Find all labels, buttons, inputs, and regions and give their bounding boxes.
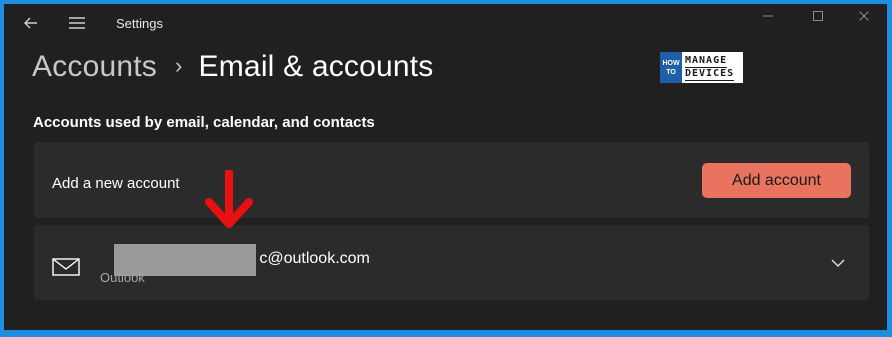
back-arrow-icon[interactable] bbox=[20, 12, 42, 34]
annotation-arrow-icon bbox=[200, 168, 258, 234]
account-email-domain: c@outlook.com bbox=[259, 250, 370, 267]
logo-text-devices: DEVICES bbox=[685, 67, 735, 81]
title-bar: Settings bbox=[4, 4, 887, 44]
chevron-down-icon[interactable] bbox=[830, 255, 846, 271]
window-title: Settings bbox=[116, 16, 163, 31]
add-account-card: Add a new account Add account bbox=[34, 142, 869, 218]
section-heading: Accounts used by email, calendar, and co… bbox=[33, 114, 375, 131]
logo-text-manage: MANAGE bbox=[685, 54, 728, 68]
logo-how-to-block: HOW TO bbox=[660, 52, 682, 83]
logo-text-how: HOW bbox=[662, 59, 680, 67]
breadcrumb: Accounts › Email & accounts bbox=[32, 50, 434, 84]
settings-window: Settings Accounts › Email & accounts HOW… bbox=[4, 4, 887, 330]
add-new-account-label: Add a new account bbox=[52, 175, 180, 192]
add-account-button[interactable]: Add account bbox=[702, 163, 851, 198]
logo-text-to: TO bbox=[666, 68, 676, 76]
account-email: digc@outlook.com bbox=[100, 244, 370, 276]
close-icon[interactable] bbox=[841, 4, 887, 28]
maximize-icon[interactable] bbox=[795, 4, 841, 28]
account-type: Outlook bbox=[100, 270, 145, 285]
hamburger-menu-icon[interactable] bbox=[66, 12, 88, 34]
account-row[interactable]: digc@outlook.com Outlook bbox=[34, 225, 869, 300]
breadcrumb-separator: › bbox=[175, 53, 183, 78]
minimize-icon[interactable] bbox=[745, 4, 791, 28]
breadcrumb-accounts-link[interactable]: Accounts bbox=[32, 50, 157, 84]
howtomanagedevices-logo: HOW TO MANAGE DEVICES bbox=[660, 52, 743, 83]
page-title: Email & accounts bbox=[198, 50, 434, 83]
mail-icon bbox=[52, 257, 80, 277]
logo-wordmark: MANAGE DEVICES bbox=[682, 55, 743, 81]
